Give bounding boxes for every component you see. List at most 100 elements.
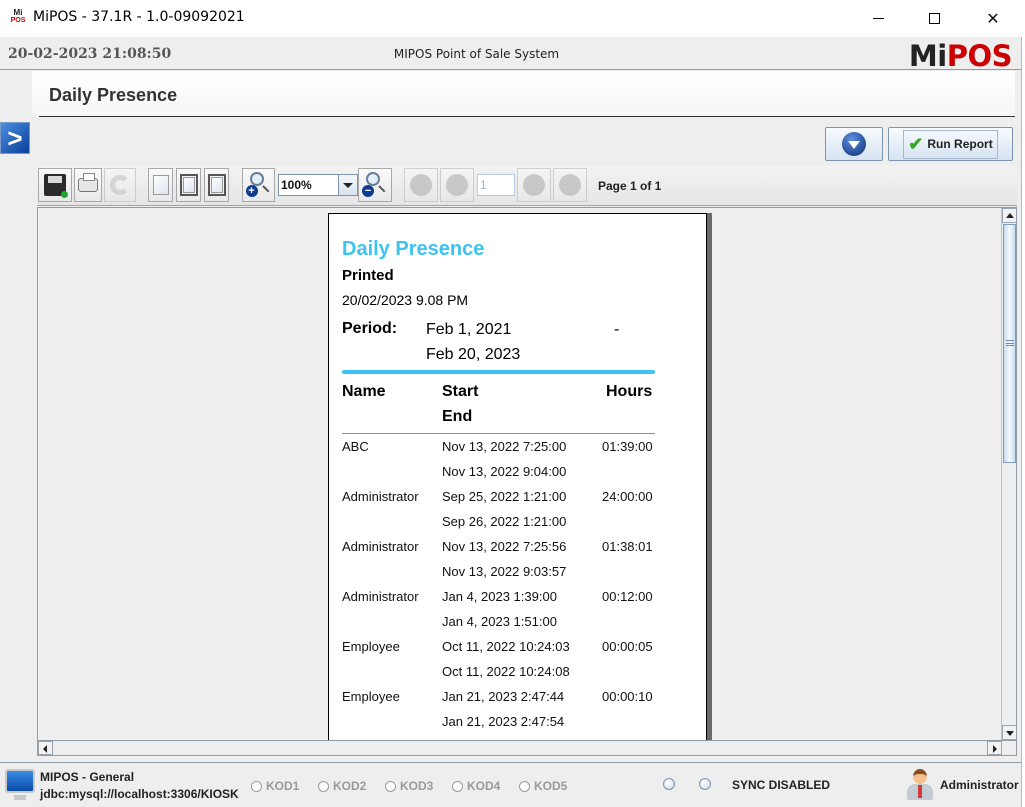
- cell-start: Oct 11, 2022 10:24:03: [442, 639, 570, 654]
- status-led-icon: [699, 778, 711, 790]
- fit-width-icon: [207, 174, 226, 196]
- last-page-button[interactable]: [553, 168, 587, 202]
- actual-size-button[interactable]: [148, 168, 173, 202]
- run-report-label: Run Report: [927, 137, 993, 151]
- table-row: Administrator Nov 13, 2022 7:25:56 Nov 13,…: [342, 539, 655, 589]
- zoom-in-icon: +: [245, 172, 272, 198]
- fit-page-icon: [179, 174, 198, 196]
- cell-hours: 01:38:01: [602, 539, 653, 554]
- cell-start: Sep 25, 2022 1:21:00: [442, 489, 567, 504]
- zoom-level-value[interactable]: 100%: [279, 175, 338, 195]
- header-rule: [342, 433, 655, 434]
- database-name: MIPOS - General: [40, 770, 135, 784]
- page-header: Daily Presence: [32, 71, 1015, 117]
- cell-start: Nov 13, 2022 7:25:56: [442, 539, 567, 554]
- report-viewer-toolbar: + 100% − 1 Page 1 of 1: [37, 166, 1017, 206]
- cell-end: Jan 21, 2023 2:47:54: [442, 714, 565, 729]
- dropdown-arrow-icon[interactable]: [338, 175, 357, 195]
- page-count-label: Page 1 of 1: [598, 179, 662, 193]
- horizontal-scrollbar[interactable]: [37, 741, 1017, 756]
- cell-end: Sep 26, 2022 1:21:00: [442, 514, 567, 529]
- grip-icon: [1006, 340, 1014, 346]
- scroll-down-button[interactable]: [1002, 725, 1016, 740]
- table-row: Administrator Sep 25, 2022 1:21:00 Sep 26,…: [342, 489, 655, 539]
- cell-end: Jan 4, 2023 1:51:00: [442, 614, 557, 629]
- table-row: Administrator Jan 4, 2023 1:39:00 Jan 4, 2…: [342, 589, 655, 639]
- cell-name: ABC: [342, 439, 369, 454]
- window-titlebar: Mi POS MiPOS - 37.1R - 1.0-09092021 ✕: [0, 0, 1025, 37]
- radio-icon: [452, 780, 463, 792]
- printed-label: Printed: [342, 267, 394, 284]
- previous-page-button[interactable]: [440, 168, 474, 202]
- fit-page-button[interactable]: [176, 168, 201, 202]
- first-page-button[interactable]: [404, 168, 438, 202]
- column-header-start: Start: [442, 383, 479, 400]
- cell-name: Administrator: [342, 489, 419, 504]
- cell-start: Jan 4, 2023 1:39:00: [442, 589, 557, 604]
- previous-page-icon: [446, 174, 468, 196]
- radio-icon: [519, 780, 530, 792]
- sidebar-toggle-button[interactable]: >: [0, 122, 30, 154]
- app-header: 20-02-2023 21:08:50 MIPOS Point of Sale …: [0, 37, 1025, 73]
- period-to: Feb 20, 2023: [426, 346, 521, 363]
- zoom-out-button[interactable]: −: [358, 168, 392, 202]
- monitor-icon: [5, 769, 35, 800]
- cell-hours: 00:00:05: [602, 639, 653, 654]
- window-title: MiPOS - 37.1R - 1.0-09092021: [33, 9, 245, 25]
- reload-button[interactable]: [104, 168, 136, 202]
- kod1-radio[interactable]: KOD1: [251, 779, 299, 793]
- status-led-icon: [663, 778, 675, 790]
- printed-value: 20/02/2023 9.08 PM: [342, 292, 469, 308]
- scroll-left-button[interactable]: [38, 741, 53, 755]
- save-icon: [44, 174, 68, 198]
- zoom-level-select[interactable]: 100%: [278, 174, 358, 196]
- scroll-right-button[interactable]: [987, 741, 1002, 755]
- zoom-in-button[interactable]: +: [242, 168, 275, 202]
- column-header-end: End: [442, 408, 473, 425]
- kod5-radio[interactable]: KOD5: [519, 779, 567, 793]
- next-page-icon: [523, 174, 545, 196]
- page-icon: [152, 175, 169, 195]
- report-title: Daily Presence: [342, 238, 485, 260]
- report-page: Daily Presence Printed 20/02/2023 9.08 P…: [328, 213, 707, 740]
- kod4-radio[interactable]: KOD4: [452, 779, 500, 793]
- page-number-input[interactable]: 1: [477, 174, 515, 196]
- last-page-icon: [559, 174, 581, 196]
- close-button[interactable]: ✕: [970, 0, 1016, 37]
- fit-width-button[interactable]: [204, 168, 229, 202]
- next-page-button[interactable]: [517, 168, 551, 202]
- sync-status: SYNC DISABLED: [732, 778, 831, 792]
- cell-name: Employee: [342, 639, 400, 654]
- period-label: Period:: [342, 320, 398, 337]
- radio-icon: [318, 780, 329, 792]
- cell-name: Administrator: [342, 589, 419, 604]
- status-bar: MIPOS - General jdbc:mysql://localhost:3…: [0, 762, 1021, 807]
- cell-name: Administrator: [342, 539, 419, 554]
- run-report-button[interactable]: ✔ Run Report: [888, 127, 1013, 161]
- cell-hours: 00:12:00: [602, 589, 653, 604]
- kod3-radio[interactable]: KOD3: [385, 779, 433, 793]
- radio-icon: [251, 780, 262, 792]
- scroll-up-button[interactable]: [1002, 208, 1016, 223]
- window-border: [1021, 37, 1025, 807]
- maximize-button[interactable]: [911, 0, 957, 37]
- reload-icon: [110, 175, 130, 195]
- vertical-scroll-thumb[interactable]: [1003, 224, 1016, 463]
- system-name: MIPOS Point of Sale System: [393, 47, 560, 61]
- page-title: Daily Presence: [49, 85, 178, 105]
- minimize-button[interactable]: [855, 0, 901, 37]
- cell-start: Nov 13, 2022 7:25:00: [442, 439, 567, 454]
- print-button[interactable]: [74, 168, 102, 202]
- expand-filters-button[interactable]: [825, 127, 883, 161]
- cell-start: Jan 21, 2023 2:47:44: [442, 689, 565, 704]
- current-user: Administrator: [940, 778, 1019, 792]
- maximize-icon: [928, 13, 940, 24]
- app-logo-icon: Mi POS: [10, 8, 26, 25]
- save-button[interactable]: [38, 168, 72, 202]
- vertical-scrollbar[interactable]: [1001, 208, 1016, 740]
- minimize-icon: [872, 18, 884, 19]
- chevron-down-icon: [842, 132, 866, 156]
- header-divider: [39, 116, 1015, 117]
- chevron-right-icon: >: [7, 122, 23, 153]
- kod2-radio[interactable]: KOD2: [318, 779, 366, 793]
